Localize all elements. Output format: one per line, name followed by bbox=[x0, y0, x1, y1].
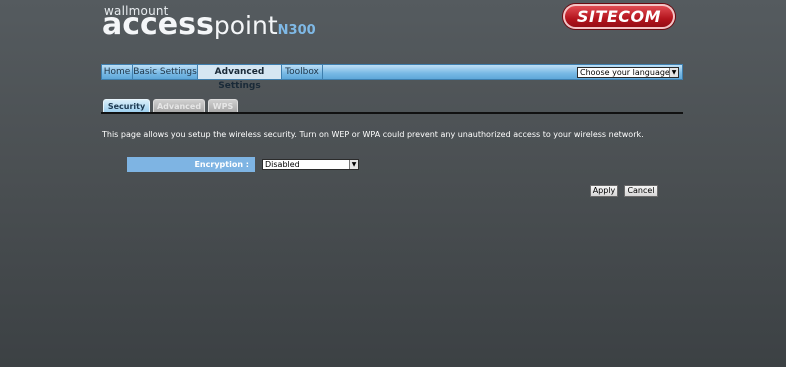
product-title-access: access bbox=[102, 7, 214, 42]
tab-advanced[interactable]: Advanced bbox=[153, 99, 205, 112]
chevron-down-icon: ▼ bbox=[349, 160, 358, 169]
menu-item-toolbox[interactable]: Toolbox bbox=[282, 65, 323, 79]
product-title: accesspointN300 bbox=[102, 10, 316, 40]
encryption-select-value: Disabled bbox=[265, 160, 300, 169]
chevron-down-icon: ▼ bbox=[669, 68, 678, 77]
sitecom-logo: SITECOM bbox=[563, 4, 675, 29]
apply-button[interactable]: Apply bbox=[590, 185, 618, 197]
menu-item-basic-settings[interactable]: Basic Settings bbox=[133, 65, 198, 79]
product-title-point: point bbox=[213, 11, 278, 40]
tab-wps[interactable]: WPS bbox=[208, 99, 238, 112]
encryption-label: Encryption : bbox=[127, 157, 255, 172]
language-select[interactable]: Choose your language ▼ bbox=[577, 67, 679, 78]
product-model: N300 bbox=[277, 23, 316, 38]
page-description: This page allows you setup the wireless … bbox=[102, 130, 644, 139]
language-select-value: Choose your language bbox=[580, 68, 670, 77]
encryption-select[interactable]: Disabled ▼ bbox=[262, 159, 359, 170]
tab-security[interactable]: Security bbox=[103, 99, 150, 112]
cancel-button[interactable]: Cancel bbox=[624, 185, 658, 197]
menu-item-home[interactable]: Home bbox=[102, 65, 133, 79]
menu-item-advanced-settings[interactable]: Advanced Settings bbox=[198, 65, 282, 91]
tab-divider bbox=[101, 112, 683, 114]
